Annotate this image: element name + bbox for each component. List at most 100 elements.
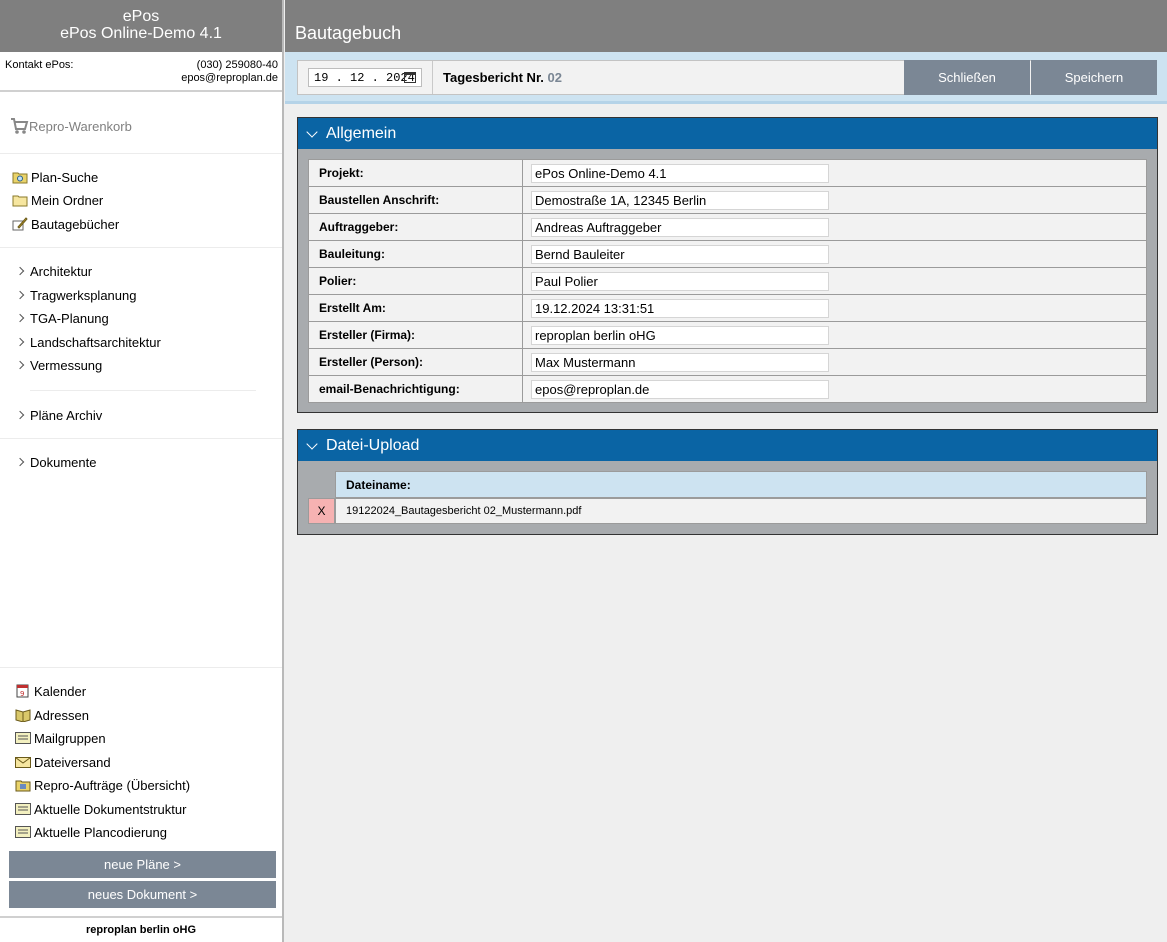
sidebar-item-site-diaries[interactable]: Bautagebücher [12,214,119,234]
panel-title: Datei-Upload [326,436,420,454]
sidebar-item-file-dispatch[interactable]: Dateiversand [15,752,111,772]
field-input[interactable] [531,379,829,399]
orders-icon [15,778,31,792]
list-icon [15,731,31,745]
field-input[interactable] [531,244,829,264]
form-row: Bauleitung: [308,240,1147,268]
chevron-down-icon [306,437,318,450]
chevron-right-icon [15,410,25,420]
form-row: email-Benachrichtigung: [308,375,1147,403]
search-folder-icon [12,170,28,184]
address-book-icon [15,708,31,722]
form-row: Projekt: [308,159,1147,187]
form-row: Baustellen Anschrift: [308,186,1147,214]
calendar-icon: 9 [15,684,31,698]
sidebar-item-structural[interactable]: Tragwerksplanung [15,285,137,305]
field-input[interactable] [531,271,829,291]
sidebar-item-document-structure[interactable]: Aktuelle Dokumentstruktur [15,799,186,819]
sidebar-item-landscape[interactable]: Landschaftsarchitektur [15,332,161,352]
contact-phone: (030) 259080-40 [196,59,278,71]
cart-label: Repro-Warenkorb [29,118,132,134]
sidebar-item-tga[interactable]: TGA-Planung [15,308,109,328]
cart-link[interactable]: Repro-Warenkorb [10,116,132,136]
sidebar-item-label: Pläne Archiv [30,407,103,423]
chevron-right-icon [15,360,25,370]
general-panel: Allgemein Projekt:Baustellen Anschrift:A… [297,117,1158,413]
filename-column-header: Dateiname: [335,471,1147,498]
form-row: Ersteller (Firma): [308,321,1147,349]
sidebar-item-label: Aktuelle Plancodierung [34,824,167,840]
sidebar-item-label: Kalender [34,683,87,699]
field-input[interactable] [531,325,829,345]
field-label: email-Benachrichtigung: [308,375,523,403]
sidebar-item-addresses[interactable]: Adressen [15,705,89,725]
sidebar-item-plan-coding[interactable]: Aktuelle Plancodierung [15,822,167,842]
form-row: Polier: [308,267,1147,295]
sidebar-item-label: Tragwerksplanung [30,287,137,303]
field-input[interactable] [531,190,829,210]
panel-title: Allgemein [326,124,397,142]
new-plans-button[interactable]: neue Pläne > [9,851,276,878]
new-document-button[interactable]: neues Dokument > [9,881,276,908]
sidebar-divider [30,390,256,391]
sidebar-item-label: Vermessung [30,357,103,373]
sidebar-item-plan-search[interactable]: Plan-Suche [12,167,98,187]
sidebar-item-label: Aktuelle Dokumentstruktur [34,801,187,817]
form-row: Erstellt Am: [308,294,1147,322]
field-input[interactable] [531,352,829,372]
footer-company: reproplan berlin oHG [0,916,282,942]
field-input[interactable] [531,217,829,237]
sidebar-item-calendar[interactable]: 9 Kalender [15,681,86,701]
sidebar-item-plans-archive[interactable]: Pläne Archiv [15,405,103,425]
close-button[interactable]: Schließen [904,60,1030,95]
page-title: Bautagebuch [285,0,1167,52]
sidebar-divider [0,667,282,668]
general-panel-header[interactable]: Allgemein [298,118,1157,149]
field-value-cell [522,294,1147,322]
date-value: 19 . 12 . 2024 [314,70,415,85]
sidebar-item-label: Dokumente [30,454,97,470]
field-input[interactable] [531,163,829,183]
sidebar-item-surveying[interactable]: Vermessung [15,355,103,375]
sidebar-item-label: Bautagebücher [31,216,120,232]
sidebar-divider [0,153,282,154]
field-value-cell [522,213,1147,241]
field-label: Bauleitung: [308,240,523,268]
brand-name: ePos [122,8,160,25]
field-value-cell [522,186,1147,214]
field-label: Polier: [308,267,523,295]
delete-file-button[interactable]: X [308,498,335,524]
chevron-right-icon [15,290,25,300]
sidebar-item-label: Landschaftsarchitektur [30,334,161,350]
field-input[interactable] [531,298,829,318]
sidebar-item-repro-orders[interactable]: Repro-Aufträge (Übersicht) [15,775,190,795]
upload-panel: Datei-Upload Dateiname: X 19122024_Bauta… [297,429,1158,535]
field-label: Ersteller (Firma): [308,321,523,349]
calendar-icon[interactable] [404,72,416,83]
save-button[interactable]: Speichern [1031,60,1157,95]
contact-email[interactable]: epos@reproplan.de [181,72,278,85]
upload-panel-header[interactable]: Datei-Upload [298,430,1157,461]
sidebar-item-my-folder[interactable]: Mein Ordner [12,190,103,210]
sidebar: ePos ePos Online-Demo 4.1 Kontakt ePos: … [0,0,284,942]
sidebar-item-label: Architektur [30,263,93,279]
field-label: Ersteller (Person): [308,348,523,376]
toolbar-area: 19 . 12 . 2024 Tagesbericht Nr. 02 Schli… [285,52,1167,104]
contact-label: Kontakt ePos: [5,59,74,71]
report-label-text: Tagesbericht Nr. [443,70,544,85]
chevron-down-icon [306,125,318,138]
chevron-right-icon [15,457,25,467]
sidebar-item-label: Mein Ordner [31,192,104,208]
envelope-icon [15,755,31,769]
sidebar-item-label: Adressen [34,707,89,723]
sidebar-item-architecture[interactable]: Architektur [15,261,93,281]
sidebar-divider [0,247,282,248]
contact-info: Kontakt ePos: (030) 259080-40 epos@repro… [0,52,282,92]
date-input[interactable]: 19 . 12 . 2024 [308,68,422,87]
field-value-cell [522,375,1147,403]
general-form: Projekt:Baustellen Anschrift:Auftraggebe… [308,159,1147,403]
file-row[interactable]: 19122024_Bautagesbericht 02_Mustermann.p… [335,498,1147,524]
sidebar-item-mail-groups[interactable]: Mailgruppen [15,728,106,748]
chevron-right-icon [15,337,25,347]
sidebar-item-documents[interactable]: Dokumente [15,452,97,472]
